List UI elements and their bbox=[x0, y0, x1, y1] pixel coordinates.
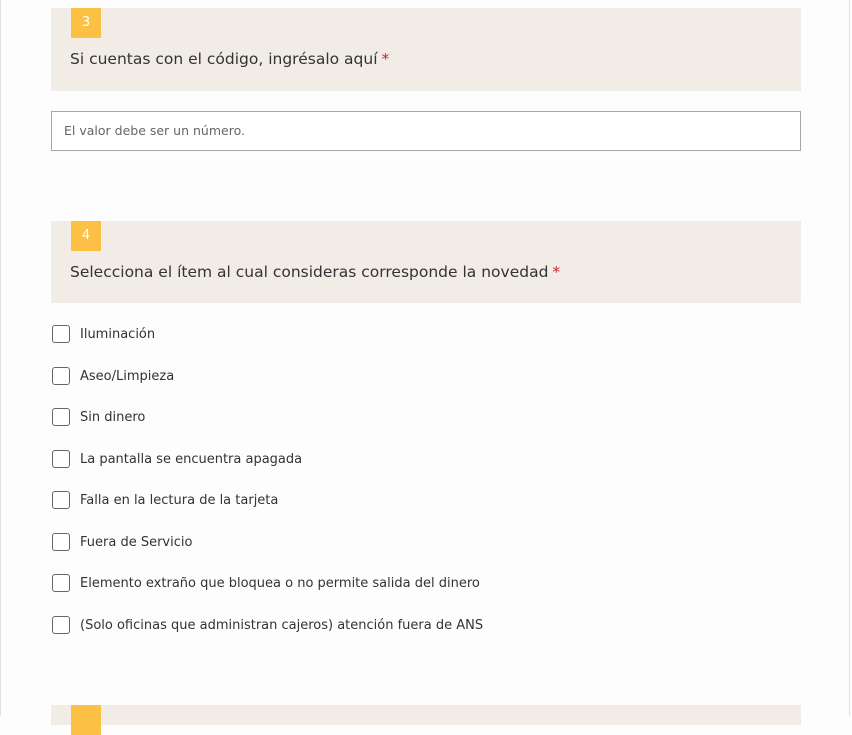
checkbox[interactable] bbox=[52, 616, 70, 634]
option-label: Falla en la lectura de la tarjeta bbox=[80, 492, 279, 508]
option-label: La pantalla se encuentra apagada bbox=[80, 451, 303, 467]
option-checkbox[interactable]: (Solo oficinas que administran cajeros) … bbox=[52, 616, 483, 634]
option-checkbox[interactable]: Falla en la lectura de la tarjeta bbox=[52, 491, 278, 509]
question-4-header: 4 Selecciona el ítem al cual consideras … bbox=[51, 221, 801, 303]
code-input-placeholder: El valor debe ser un número. bbox=[64, 123, 245, 138]
option-checkbox[interactable]: Aseo/Limpieza bbox=[52, 367, 174, 385]
option-checkbox[interactable]: Sin dinero bbox=[52, 408, 145, 426]
option-label: Aseo/Limpieza bbox=[80, 368, 175, 384]
question-title: Si cuentas con el código, ingrésalo aquí… bbox=[70, 50, 389, 68]
checkbox[interactable] bbox=[52, 367, 70, 385]
question-title-text: Selecciona el ítem al cual consideras co… bbox=[70, 263, 549, 281]
question-number-badge: 3 bbox=[71, 8, 101, 38]
option-checkbox[interactable]: La pantalla se encuentra apagada bbox=[52, 450, 302, 468]
checkbox[interactable] bbox=[52, 408, 70, 426]
option-label: Fuera de Servicio bbox=[80, 534, 193, 550]
option-label: Iluminación bbox=[80, 326, 156, 342]
checkbox[interactable] bbox=[52, 533, 70, 551]
option-label: (Solo oficinas que administran cajeros) … bbox=[80, 617, 484, 633]
question-number-badge bbox=[71, 705, 101, 735]
question-title-text: Si cuentas con el código, ingrésalo aquí bbox=[70, 50, 378, 68]
checkbox[interactable] bbox=[52, 574, 70, 592]
required-asterisk: * bbox=[552, 263, 561, 281]
checkbox[interactable] bbox=[52, 450, 70, 468]
option-label: Elemento extraño que bloquea o no permit… bbox=[80, 575, 480, 591]
question-5-header bbox=[51, 705, 801, 735]
option-checkbox[interactable]: Elemento extraño que bloquea o no permit… bbox=[52, 574, 480, 592]
option-label: Sin dinero bbox=[80, 409, 146, 425]
question-title: Selecciona el ítem al cual consideras co… bbox=[70, 263, 560, 281]
option-checkbox[interactable]: Fuera de Servicio bbox=[52, 533, 192, 551]
required-asterisk: * bbox=[381, 50, 390, 68]
form-frame bbox=[0, 0, 850, 716]
checkbox[interactable] bbox=[52, 325, 70, 343]
question-number-badge: 4 bbox=[71, 221, 101, 251]
checkbox[interactable] bbox=[52, 491, 70, 509]
code-input[interactable]: El valor debe ser un número. bbox=[51, 111, 801, 151]
question-3-header: 3 Si cuentas con el código, ingrésalo aq… bbox=[51, 8, 801, 91]
option-checkbox[interactable]: Iluminación bbox=[52, 325, 155, 343]
